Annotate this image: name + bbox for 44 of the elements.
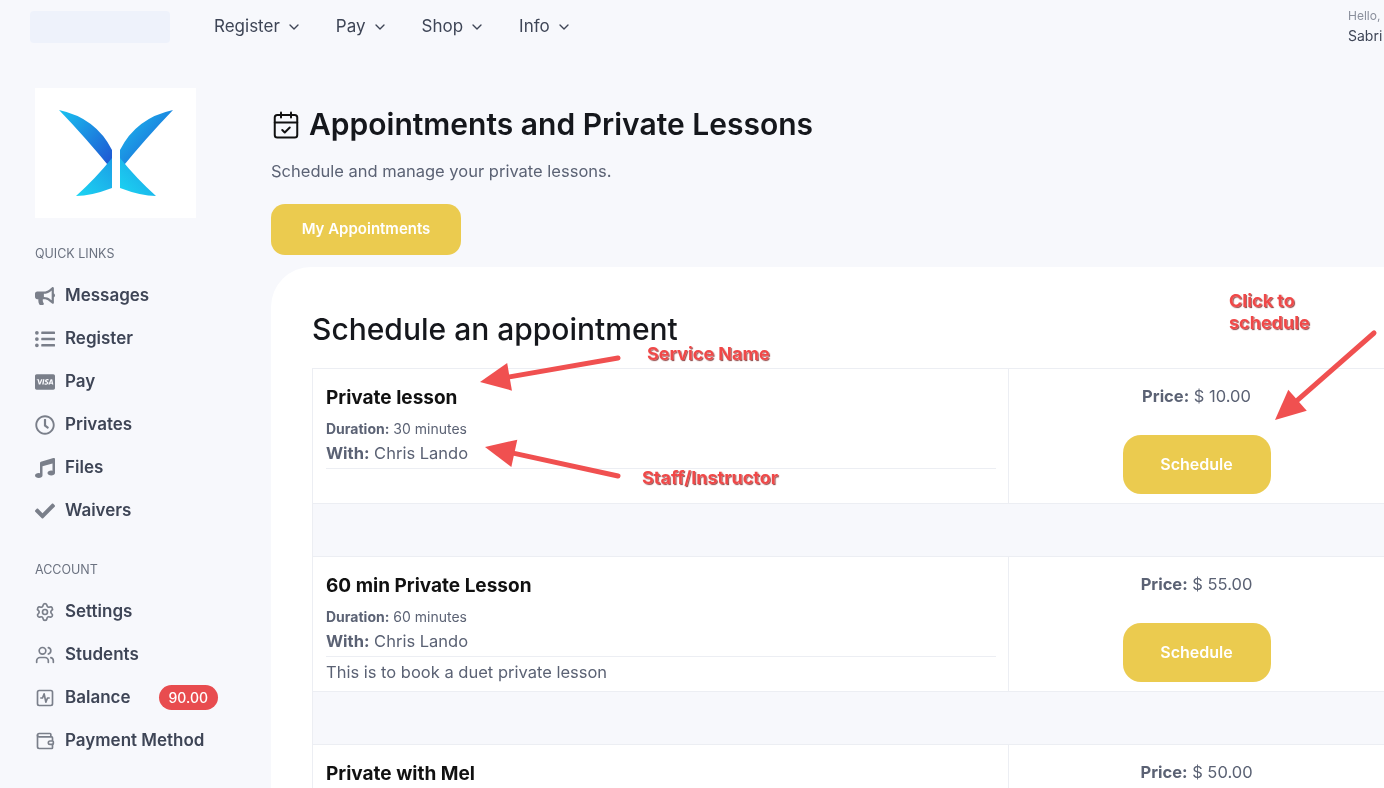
service-name: Private lesson [326, 384, 459, 411]
section-heading: ACCOUNT [35, 560, 99, 579]
sidebar-item[interactable]: Pay [35, 369, 271, 394]
page-title: Appointments and Private Lessons [309, 105, 814, 144]
settings-icon [35, 601, 55, 622]
sidebar-item[interactable]: Register [35, 326, 271, 351]
sidebar-item[interactable]: Payment Method [35, 728, 271, 753]
users-icon [35, 644, 55, 665]
user-name: Sabri [1348, 26, 1384, 46]
sidebar-item[interactable]: Students [35, 642, 271, 667]
annotation-label: Click to schedule [1229, 290, 1311, 334]
clock-icon [35, 414, 55, 435]
service-price: Price: $ 55.00 [1140, 572, 1253, 596]
activity-icon [35, 687, 55, 708]
service-instructor: With: Chris Lando [326, 442, 469, 466]
list-icon [35, 328, 55, 349]
page-subtitle: Schedule and manage your private lessons. [271, 160, 613, 183]
service-duration: Duration: 60 minutes [326, 607, 468, 628]
sidebar-item[interactable]: Waivers [35, 498, 271, 523]
calendar-check-icon [271, 109, 301, 140]
wallet-icon [35, 730, 55, 751]
service-name: 60 min Private Lesson [326, 572, 533, 599]
sidebar-item[interactable]: Privates [35, 412, 271, 437]
bullhorn-icon [35, 285, 55, 306]
service-price: Price: $ 10.00 [1142, 384, 1251, 408]
sidebar-item[interactable]: Files [35, 455, 271, 480]
greeting: Hello, [1348, 7, 1382, 25]
service-name: Private with Mel [326, 760, 476, 787]
annotation-label: Staff/Instructor [642, 467, 779, 489]
nav-menu[interactable]: Register [214, 14, 302, 40]
card-icon [35, 371, 55, 392]
sidebar-item[interactable]: Balance 90.00 [35, 685, 271, 710]
nav-menu[interactable]: Shop [421, 14, 486, 40]
service-instructor: With: Chris Lando [326, 630, 469, 654]
service-duration: Duration: 30 minutes [326, 419, 468, 440]
music-note-icon [35, 457, 55, 478]
nav-menu[interactable]: Info [519, 14, 572, 40]
balance-badge: 90.00 [158, 685, 218, 710]
section-heading: QUICK LINKS [35, 245, 116, 263]
nav-menu[interactable]: Pay [335, 14, 388, 40]
service-price: Price: $ 50.00 [1140, 760, 1253, 784]
sidebar-item[interactable]: Messages [35, 283, 271, 308]
service-description: This is to book a duet private lesson [326, 661, 609, 684]
sidebar-item[interactable]: Settings [35, 599, 271, 624]
